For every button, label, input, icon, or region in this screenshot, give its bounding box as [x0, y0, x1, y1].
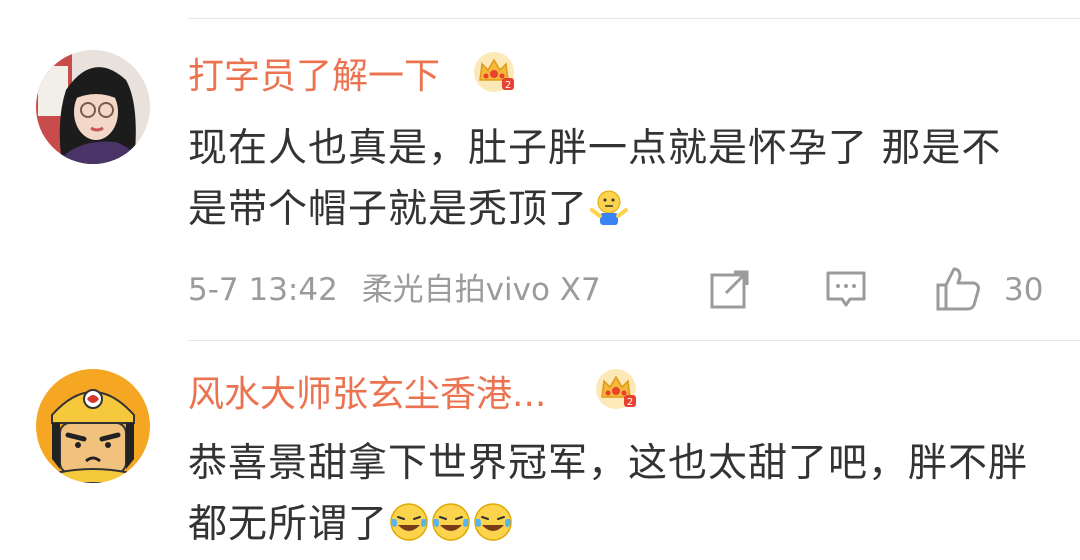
source-device-text: 柔光自拍vivo X7	[361, 272, 601, 308]
svg-text:2: 2	[627, 397, 633, 408]
comment-icon[interactable]	[824, 264, 868, 314]
svg-text:2: 2	[505, 80, 511, 91]
laughing-tears-emoji-icon	[474, 503, 512, 541]
comment-username[interactable]: 打字员了解一下	[188, 55, 440, 99]
laughing-tears-emoji-icon	[432, 503, 470, 541]
comment-meta: 5-7 13:42 柔光自拍vivo X7 30	[188, 264, 1044, 314]
vip-crown-icon: 2	[474, 52, 514, 92]
like-count: 30	[1004, 272, 1044, 308]
comment-text: 现在人也真是，肚子胖一点就是怀孕了 那是不是带个帽子就是秃顶了	[188, 118, 1038, 240]
avatar[interactable]	[36, 50, 150, 164]
timestamp-text: 5-7 13:42	[188, 272, 338, 308]
like-icon[interactable]	[934, 264, 982, 314]
comment-timestamp: 5-7 13:42 柔光自拍vivo X7	[188, 270, 601, 310]
comment-text: 恭喜景甜拿下世界冠军，这也太甜了吧，胖不胖都无所谓了	[188, 433, 1038, 555]
comment-item: 风水大师张玄尘香港... 2 恭喜景甜拿下世界冠军，这也太甜了吧，胖不胖都无所谓…	[0, 341, 1080, 560]
share-icon[interactable]	[708, 264, 752, 314]
vip-crown-icon: 2	[596, 369, 636, 409]
comment-item: 打字员了解一下 2 现在人也真是，肚子胖一点就是怀孕了 那是不是带个帽子就是秃顶…	[0, 0, 1080, 340]
avatar-image	[36, 369, 150, 483]
comment-text-content: 恭喜景甜拿下世界冠军，这也太甜了吧，胖不胖都无所谓了	[188, 441, 1029, 547]
shrug-emoji-icon	[590, 190, 629, 225]
comment-username[interactable]: 风水大师张玄尘香港...	[188, 373, 546, 417]
avatar[interactable]	[36, 369, 150, 483]
avatar-image	[36, 50, 150, 164]
laughing-tears-emoji-icon	[390, 503, 428, 541]
